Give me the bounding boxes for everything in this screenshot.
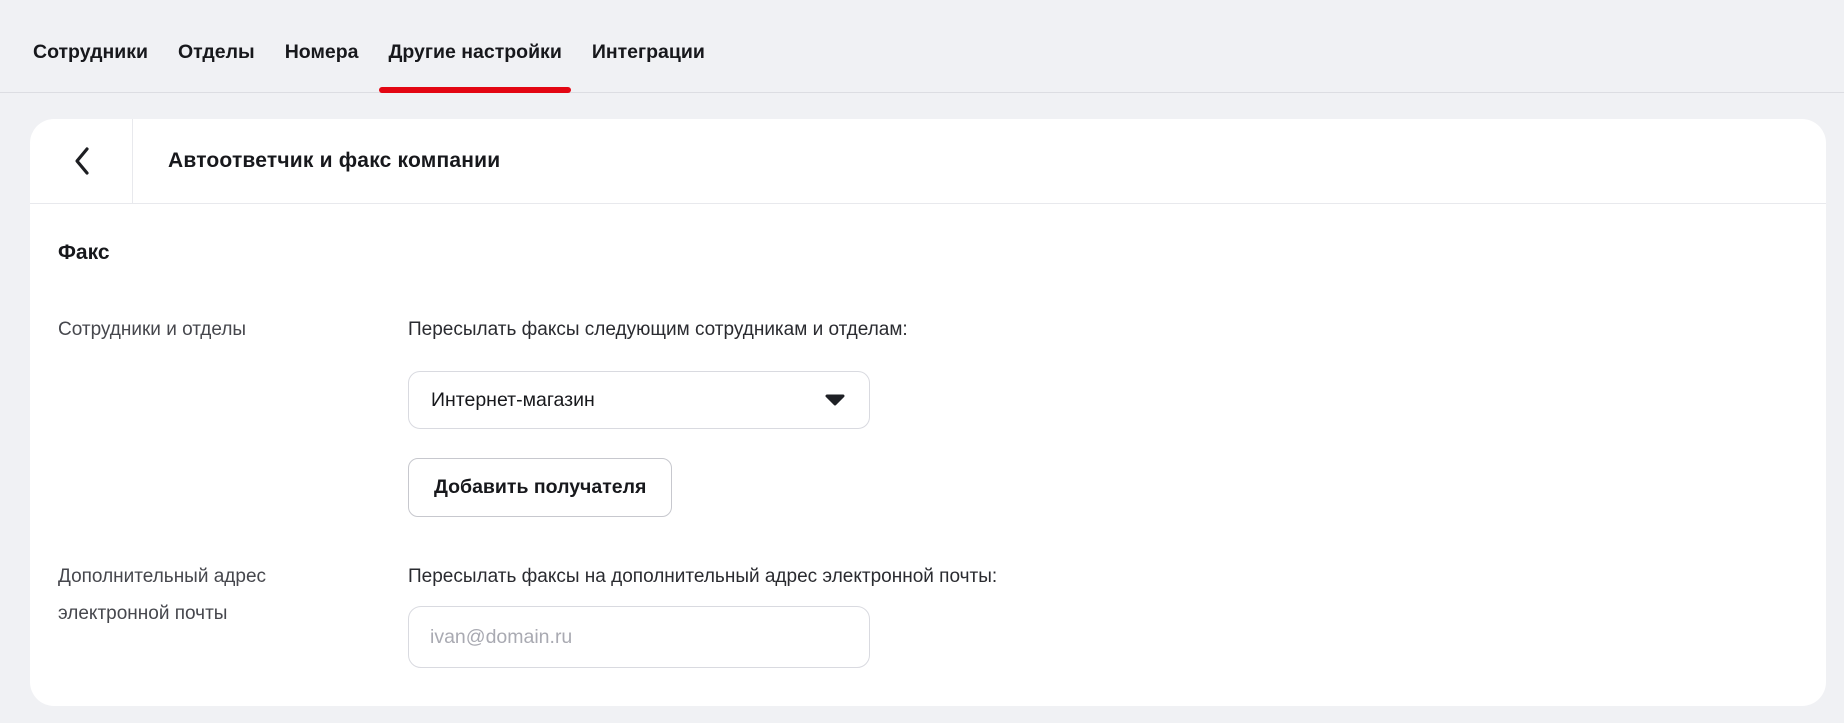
additional-email-input[interactable] — [408, 606, 870, 668]
row-label: Дополнительный адрес электронной почты — [58, 558, 338, 668]
settings-row-recipients: Сотрудники и отделы Пересылать факсы сле… — [58, 319, 1786, 517]
row-description: Пересылать факсы следующим сотрудникам и… — [408, 319, 1786, 341]
row-content: Пересылать факсы следующим сотрудникам и… — [408, 319, 1786, 517]
tab-employees[interactable]: Сотрудники — [33, 0, 148, 92]
card-header: Автоответчик и факс компании — [30, 119, 1826, 204]
back-button[interactable] — [30, 119, 133, 203]
tab-departments[interactable]: Отделы — [178, 0, 255, 92]
recipients-select-value: Интернет-магазин — [431, 389, 595, 412]
settings-tabs: Сотрудники Отделы Номера Другие настройк… — [0, 0, 1844, 93]
row-content: Пересылать факсы на дополнительный адрес… — [408, 566, 1786, 668]
tab-integrations[interactable]: Интеграции — [592, 0, 705, 92]
row-description: Пересылать факсы на дополнительный адрес… — [408, 566, 1786, 588]
tab-numbers[interactable]: Номера — [285, 0, 359, 92]
caret-down-icon — [825, 394, 845, 406]
card-body: Факс Сотрудники и отделы Пересылать факс… — [30, 204, 1826, 668]
fax-section-title: Факс — [58, 241, 1786, 265]
fax-settings-card: Автоответчик и факс компании Факс Сотруд… — [30, 119, 1826, 706]
tab-other-settings[interactable]: Другие настройки — [388, 0, 561, 92]
recipients-select[interactable]: Интернет-магазин — [408, 371, 870, 429]
settings-row-additional-email: Дополнительный адрес электронной почты П… — [58, 566, 1786, 668]
chevron-left-icon — [73, 146, 90, 176]
add-recipient-button[interactable]: Добавить получателя — [408, 458, 672, 517]
page-title: Автоответчик и факс компании — [133, 119, 500, 203]
row-label: Сотрудники и отделы — [58, 311, 338, 517]
